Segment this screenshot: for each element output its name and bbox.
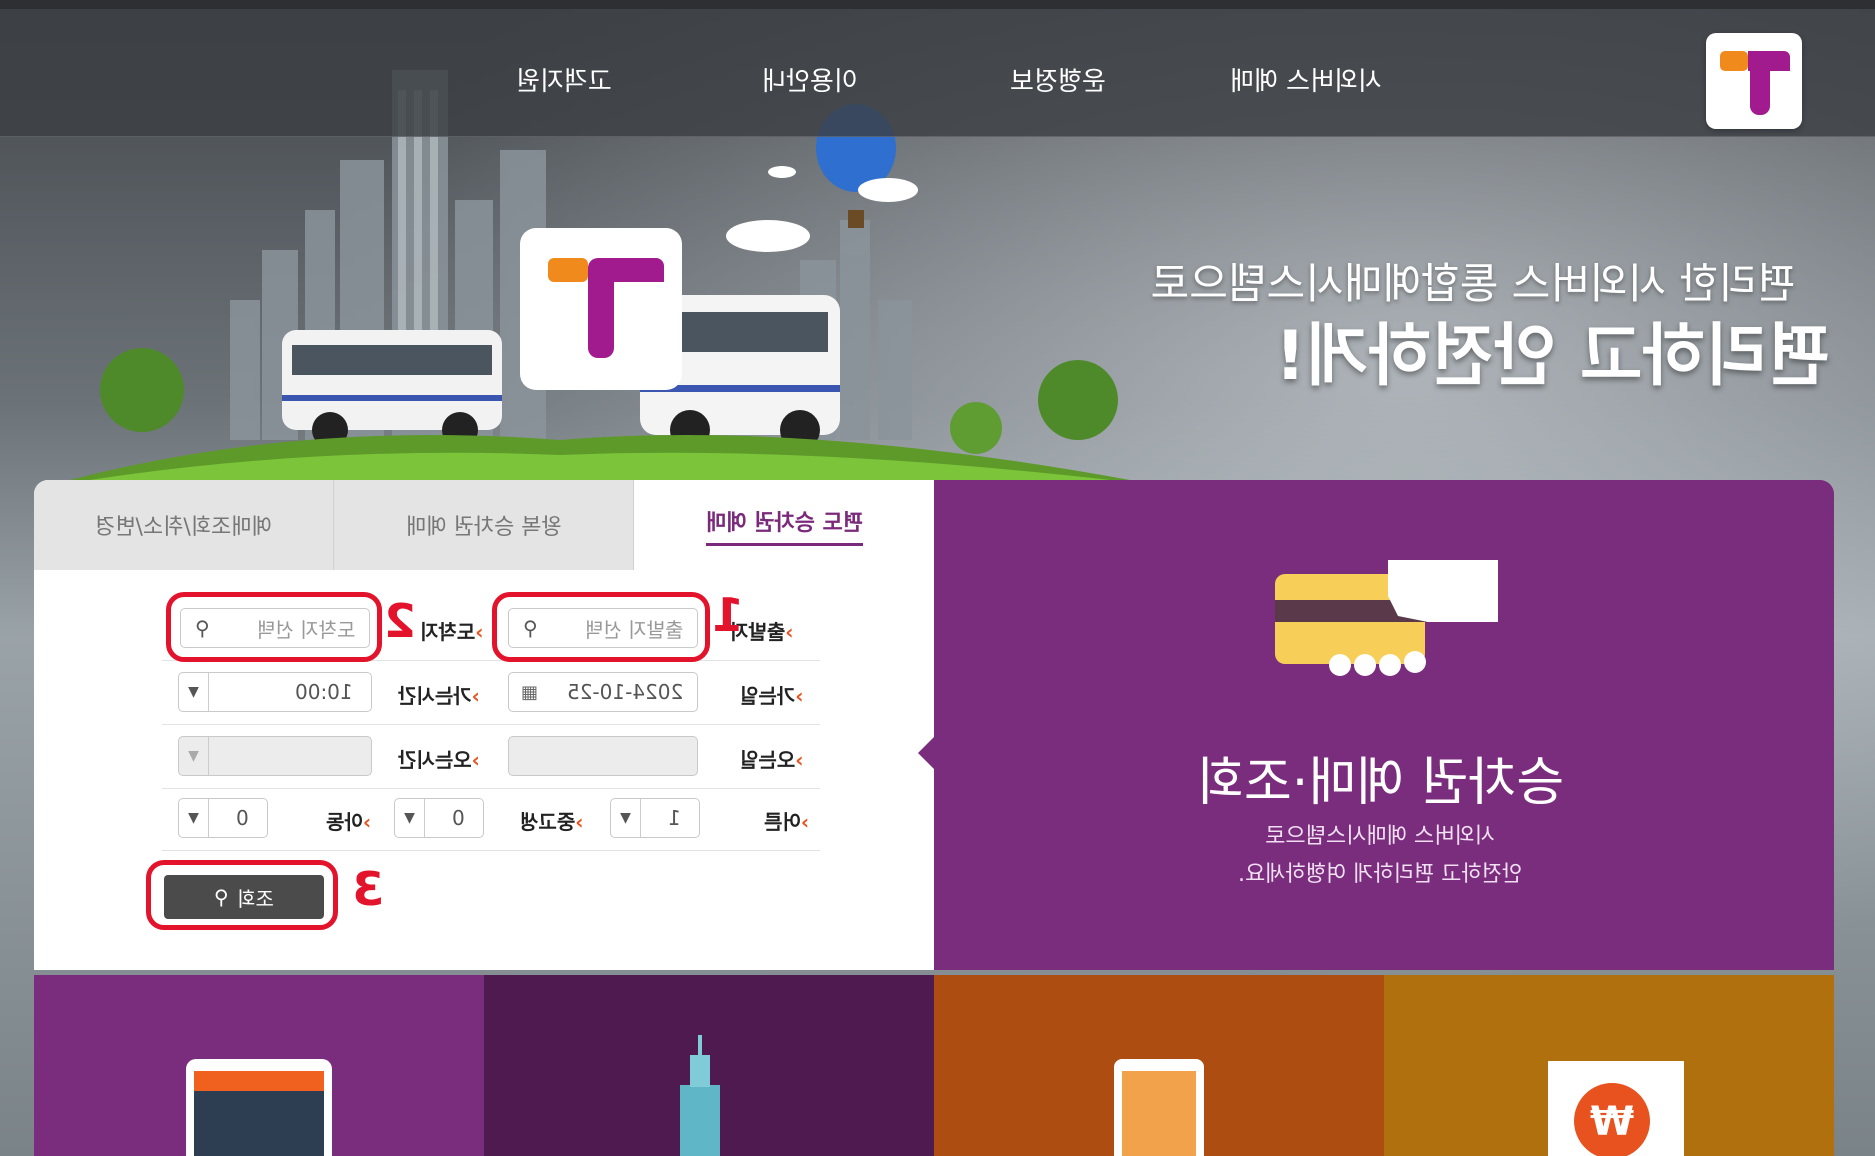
tab-reservation-lookup[interactable]: 예매조회/취소/변경 xyxy=(34,480,334,570)
tile-card[interactable] xyxy=(34,975,484,1156)
go-date-label: ›가는일 xyxy=(740,684,804,708)
info-subtitle-1: 시외버스 예매시스템으로 xyxy=(1265,824,1495,849)
row-divider xyxy=(162,788,820,789)
top-border xyxy=(0,0,1875,9)
tile-fare[interactable]: ₩ xyxy=(1384,975,1834,1156)
return-time-label: ›오는시간 xyxy=(398,748,480,772)
site-header: 시외버스 예매 운행정보 이용안내 고객지원 xyxy=(0,9,1875,137)
tab-one-way[interactable]: 편도 승차권 예매 xyxy=(634,480,934,570)
student-label: ›중고생 xyxy=(520,810,584,834)
row-divider xyxy=(162,850,820,851)
chevron-down-icon: ▼ xyxy=(395,799,425,837)
annotation-number-3: 3 xyxy=(352,862,385,916)
row-divider xyxy=(162,724,820,725)
nav-usage-guide[interactable]: 이용안내 xyxy=(762,61,858,98)
calendar-icon: ▦ xyxy=(521,681,539,703)
chevron-down-icon: ▼ xyxy=(611,799,641,837)
info-title: 승차권 예매·조회 xyxy=(1196,753,1564,813)
mobile-phone-icon xyxy=(1114,1059,1204,1156)
chevron-down-icon: ▼ xyxy=(179,799,209,837)
adult-count-select[interactable]: ▼ 1 xyxy=(610,798,700,838)
arrival-label: ›도착지 xyxy=(420,620,484,644)
go-time-select[interactable]: ▼ 10:00 xyxy=(178,672,372,712)
info-panel-notch xyxy=(918,735,936,771)
svg-text:₩: ₩ xyxy=(1590,1099,1634,1145)
hero-t-logo-icon xyxy=(520,228,682,390)
annotation-box-1 xyxy=(492,592,710,662)
chevron-down-icon: ▼ xyxy=(179,737,209,775)
nav-operation-info[interactable]: 운행정보 xyxy=(1010,61,1106,98)
annotation-box-3 xyxy=(146,860,338,930)
annotation-box-2 xyxy=(166,592,382,662)
tile-mobile[interactable] xyxy=(934,975,1384,1156)
child-count-select[interactable]: ▼ 0 xyxy=(178,798,268,838)
booking-tabs: 편도 승차권 예매 왕복 승차권 예매 예매조회/취소/변경 xyxy=(34,480,934,570)
return-time-select[interactable]: ▼ xyxy=(178,736,372,776)
child-label: ›아동 xyxy=(326,810,372,834)
return-date-label: ›오는일 xyxy=(740,748,804,772)
annotation-number-2: 2 xyxy=(384,594,417,648)
hero-headline: 편리하고 안전하게! xyxy=(1274,317,1830,396)
tile-terminal[interactable] xyxy=(484,975,934,1156)
nav-bus-reservation[interactable]: 시외버스 예매 xyxy=(1230,61,1382,98)
annotation-number-1: 1 xyxy=(712,588,745,642)
info-subtitle-2: 안전하고 편리하게 여행하세요. xyxy=(1237,862,1523,887)
go-time-label: ›가는시간 xyxy=(398,684,480,708)
t-logo-icon[interactable] xyxy=(1706,33,1802,129)
tab-round-trip[interactable]: 왕복 승차권 예매 xyxy=(334,480,634,570)
won-receipt-icon: ₩ xyxy=(1548,1061,1684,1156)
hero-background: 시외버스 예매 운행정보 이용안내 고객지원 편리한 시외버스 통합예매시스템으… xyxy=(0,0,1875,1156)
building-icon xyxy=(680,1035,720,1156)
adult-label: ›어른 xyxy=(764,810,810,834)
nav-customer-support[interactable]: 고객지원 xyxy=(516,61,612,98)
go-date-input[interactable]: ▦ 2024-10-25 xyxy=(508,672,698,712)
student-count-select[interactable]: ▼ 0 xyxy=(394,798,484,838)
return-date-input[interactable] xyxy=(508,736,698,776)
bus-card-icon xyxy=(186,1059,332,1156)
card-hand-icon xyxy=(1275,560,1498,676)
chevron-down-icon: ▼ xyxy=(179,673,209,711)
